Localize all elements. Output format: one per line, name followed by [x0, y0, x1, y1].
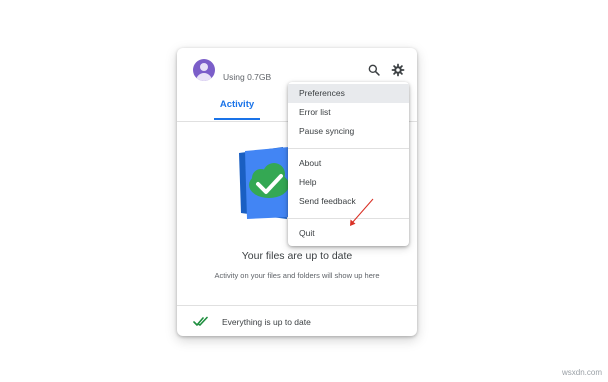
- settings-menu: Preferences Error list Pause syncing Abo…: [288, 82, 409, 246]
- gear-icon[interactable]: [391, 63, 405, 77]
- menu-divider: [288, 218, 409, 219]
- menu-item-pause-syncing[interactable]: Pause syncing: [288, 122, 409, 141]
- menu-item-error-list[interactable]: Error list: [288, 103, 409, 122]
- storage-usage: Using 0.7GB: [223, 72, 272, 82]
- menu-item-quit[interactable]: Quit: [288, 224, 409, 243]
- watermark: wsxdn.com: [561, 368, 602, 377]
- menu-item-help[interactable]: Help: [288, 173, 409, 192]
- avatar-body: [196, 73, 212, 81]
- menu-divider: [288, 148, 409, 149]
- tab-activity[interactable]: Activity: [215, 99, 259, 110]
- menu-item-preferences[interactable]: Preferences: [288, 84, 409, 103]
- empty-state-subtitle: Activity on your files and folders will …: [214, 271, 380, 280]
- search-icon[interactable]: [367, 63, 381, 77]
- tab-active-indicator: [214, 118, 260, 120]
- avatar[interactable]: [193, 59, 215, 81]
- menu-item-about[interactable]: About: [288, 154, 409, 173]
- footer-divider: [177, 305, 417, 306]
- menu-item-send-feedback[interactable]: Send feedback: [288, 192, 409, 211]
- sync-status: Everything is up to date: [222, 317, 311, 327]
- double-check-icon: [193, 316, 208, 326]
- empty-state-title: Your files are up to date: [241, 250, 353, 262]
- avatar-head: [200, 63, 208, 71]
